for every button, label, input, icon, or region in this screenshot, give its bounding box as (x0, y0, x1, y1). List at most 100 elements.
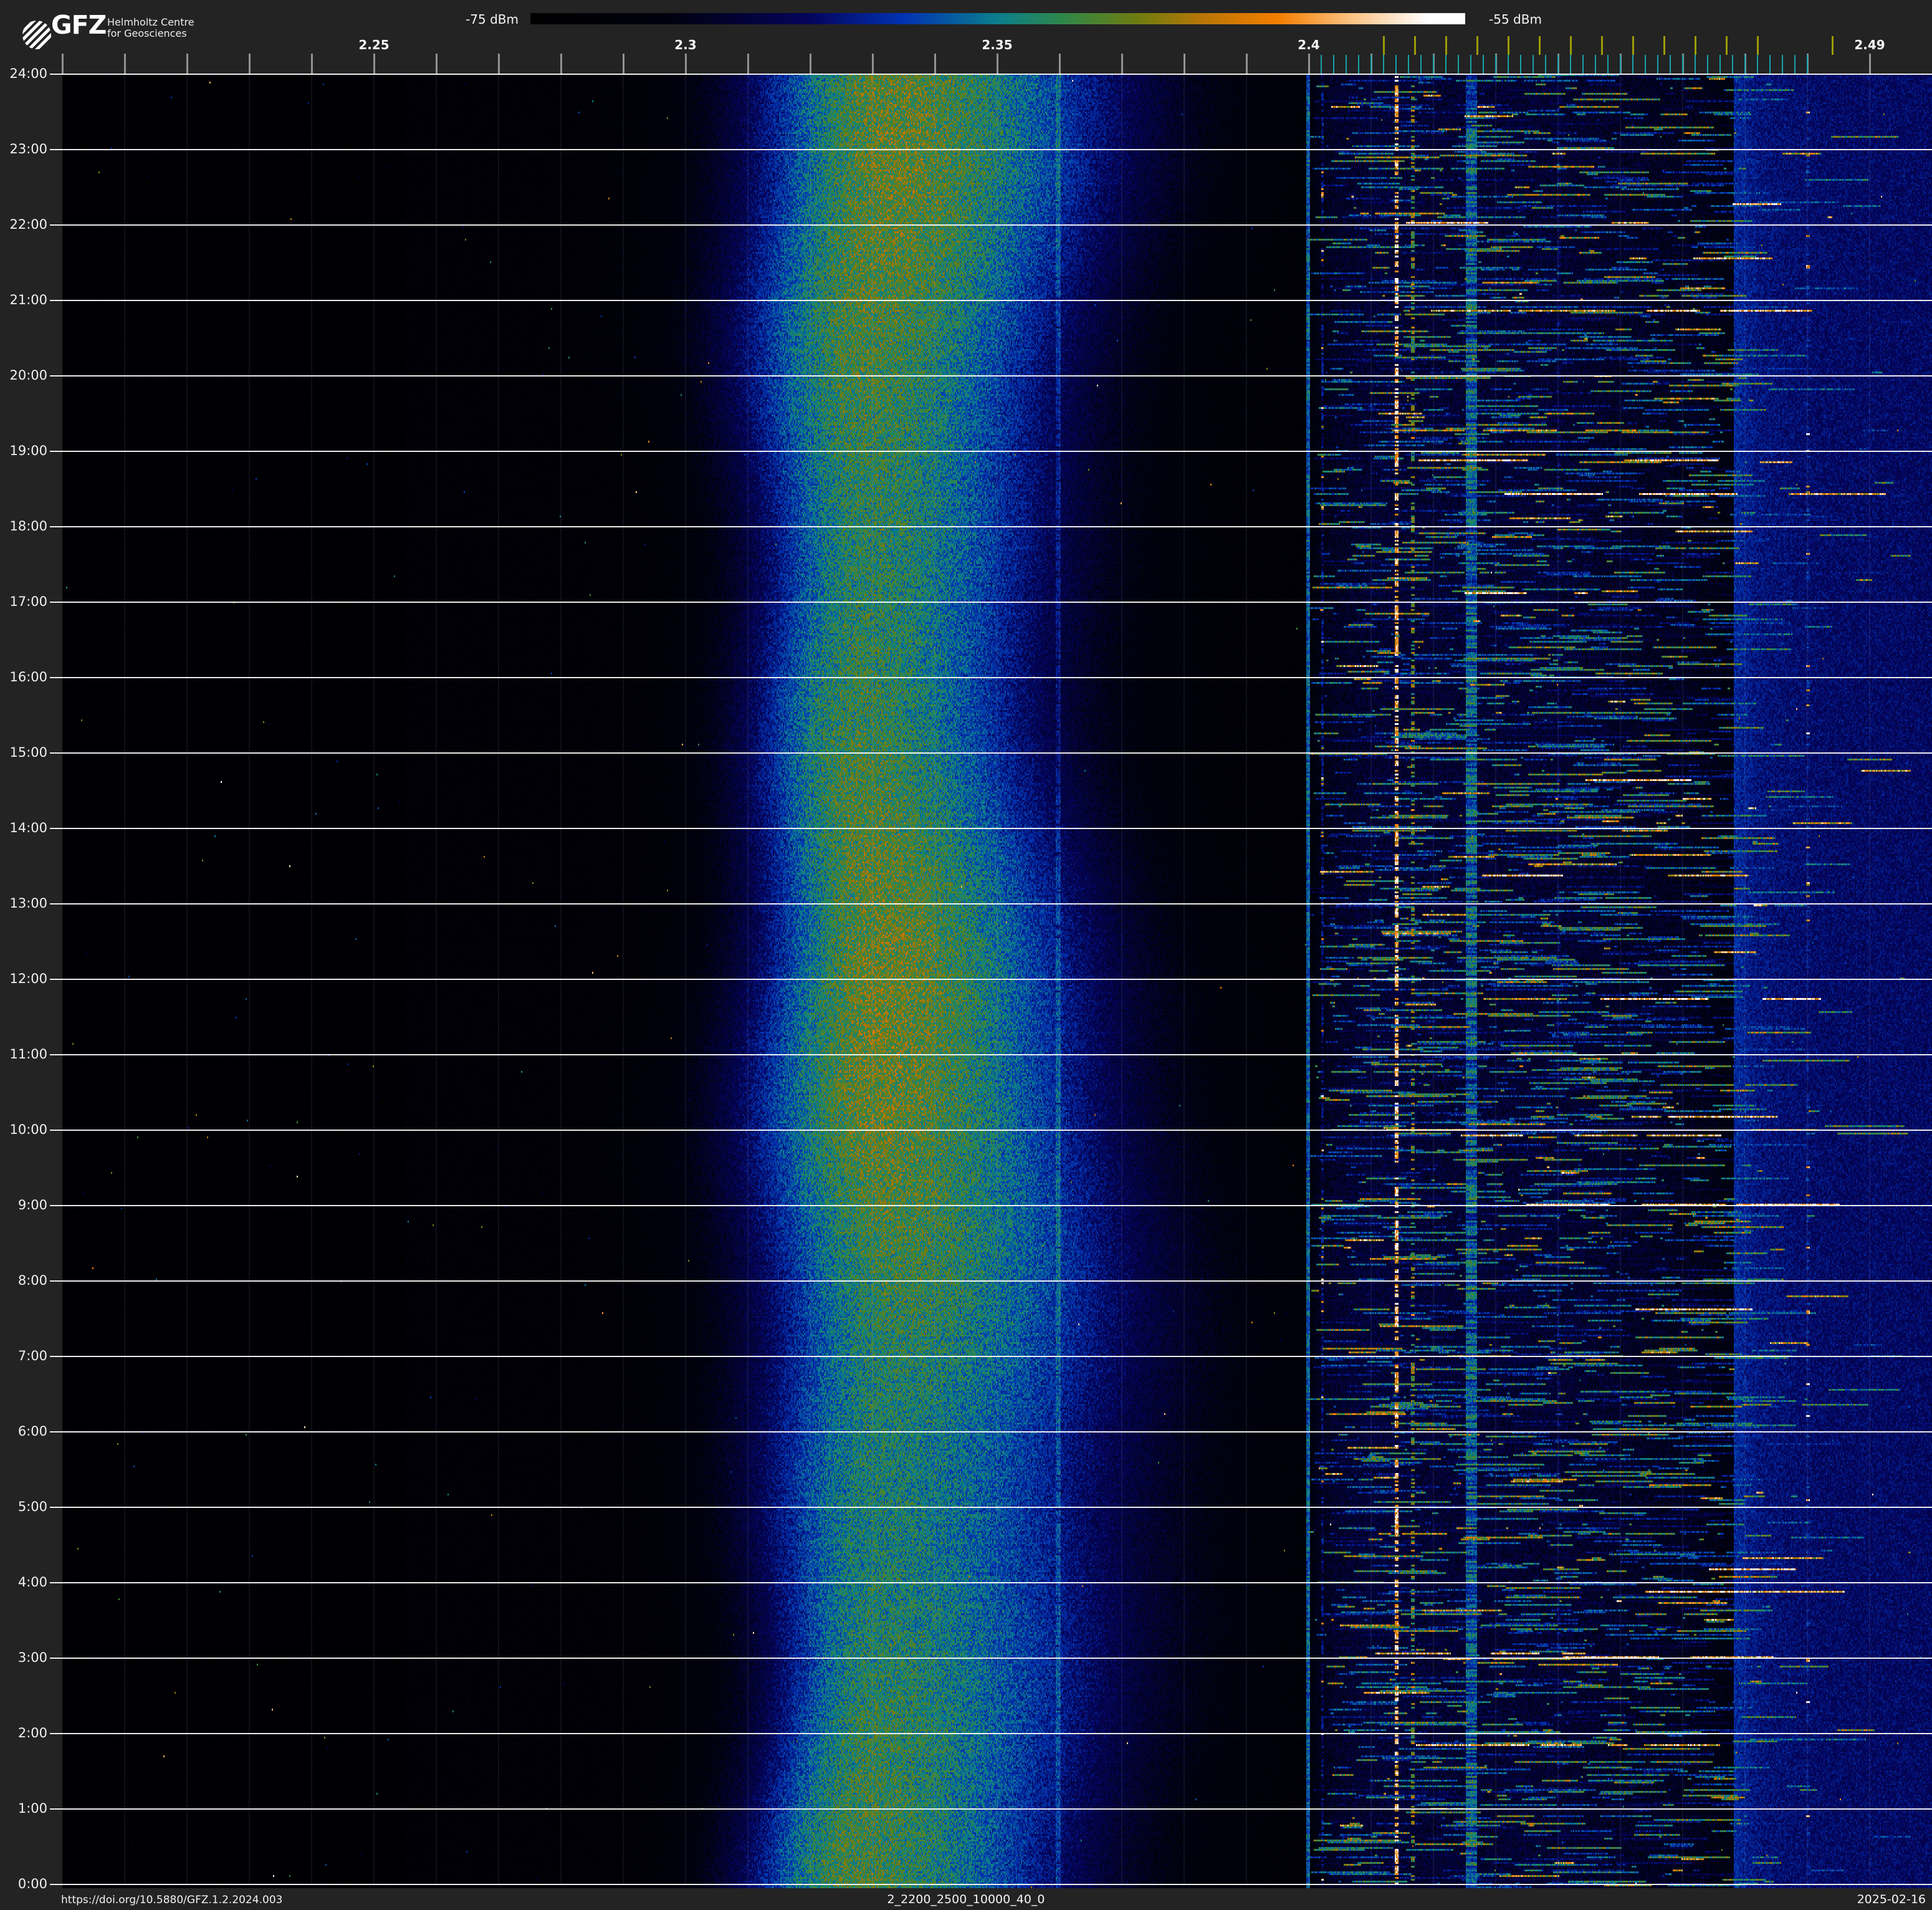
ble-channel-tick (1545, 55, 1546, 74)
hour-gridline (50, 903, 1932, 905)
ble-channel-tick (1719, 55, 1721, 74)
freq-tick-label: 2.4 (1298, 37, 1320, 52)
footer-dataset-title: 2_2200_2500_10000_40_0 (887, 1893, 1045, 1906)
wifi-channel-tick (1508, 36, 1509, 55)
freq-tick (623, 54, 624, 74)
colorbar (530, 13, 1465, 24)
wifi-channel-tick (1445, 36, 1447, 55)
wifi-channel-tick (1414, 36, 1416, 55)
hour-gridline (50, 1733, 1932, 1734)
freq-tick (685, 54, 687, 74)
freq-tick (934, 54, 936, 74)
ble-channel-tick (1782, 55, 1783, 74)
time-label: 17:00 (9, 594, 47, 609)
hour-gridline (50, 677, 1932, 678)
time-label: 14:00 (9, 820, 47, 835)
ble-channel-tick (1607, 55, 1609, 74)
ble-channel-tick (1557, 55, 1559, 74)
time-label: 18:00 (9, 519, 47, 534)
time-label: 16:00 (9, 669, 47, 684)
time-label: 0:00 (17, 1876, 47, 1891)
time-label: 11:00 (9, 1047, 47, 1062)
ble-channel-tick (1732, 55, 1733, 74)
time-label: 6:00 (17, 1424, 47, 1439)
ble-channel-tick (1695, 55, 1696, 74)
time-label: 12:00 (9, 971, 47, 986)
ble-channel-tick (1670, 55, 1671, 74)
ble-channel-tick (1321, 55, 1322, 74)
hour-gridline (50, 1884, 1932, 1885)
ble-channel-tick (1383, 55, 1384, 74)
time-label: 8:00 (17, 1273, 47, 1288)
ble-channel-tick (1794, 55, 1796, 74)
freq-tick (436, 54, 438, 74)
time-label: 5:00 (17, 1499, 47, 1514)
freq-tick (1184, 54, 1185, 74)
footer-date: 2025-02-16 (1857, 1893, 1926, 1906)
logo-acronym: GFZ (51, 10, 107, 40)
hour-gridline (50, 828, 1932, 829)
ble-channel-tick (1595, 55, 1596, 74)
ble-channel-tick (1395, 55, 1397, 74)
time-label: 2:00 (17, 1725, 47, 1740)
ble-channel-tick (1346, 55, 1347, 74)
hour-gridline (50, 1582, 1932, 1583)
ble-channel-tick (1769, 55, 1771, 74)
ble-channel-tick (1707, 55, 1708, 74)
wifi-channel-tick (1663, 36, 1665, 55)
time-label: 13:00 (9, 896, 47, 911)
hour-gridline (50, 224, 1932, 226)
freq-tick-label: 2.35 (982, 37, 1013, 52)
time-label: 3:00 (17, 1650, 47, 1665)
ble-channel-tick (1458, 55, 1459, 74)
time-label: 22:00 (9, 217, 47, 232)
ble-channel-tick (1445, 55, 1447, 74)
hour-gridline (50, 1356, 1932, 1357)
logo-subtitle-line2: for Geosciences (107, 27, 187, 39)
time-label: 20:00 (9, 368, 47, 383)
ble-channel-tick (1508, 55, 1509, 74)
freq-tick (62, 54, 64, 74)
hour-gridline (50, 451, 1932, 452)
freq-tick (373, 54, 375, 74)
time-label: 23:00 (9, 142, 47, 156)
footer-doi-link[interactable]: https://doi.org/10.5880/GFZ.1.2.2024.003 (61, 1894, 282, 1906)
hour-gridline (50, 979, 1932, 980)
freq-tick (186, 54, 188, 74)
colorbar-min-label: -75 dBm (466, 12, 519, 27)
logo-subtitle-line1: Helmholtz Centre (107, 16, 194, 28)
ble-channel-tick (1570, 55, 1571, 74)
hour-gridline (50, 1280, 1932, 1282)
time-label: 9:00 (17, 1197, 47, 1212)
wifi-channel-tick (1383, 36, 1385, 55)
freq-tick (498, 54, 500, 74)
freq-tick (872, 54, 874, 74)
ble-channel-tick (1358, 55, 1359, 74)
freq-tick (1869, 54, 1871, 74)
ble-channel-tick (1483, 55, 1484, 74)
hour-gridline (50, 752, 1932, 754)
logo-subtitle: Helmholtz Centre for Geosciences (107, 17, 194, 39)
ble-channel-tick (1433, 55, 1434, 74)
hour-gridline (50, 1507, 1932, 1508)
freq-tick (124, 54, 126, 74)
spectrogram-page: GFZ Helmholtz Centre for Geosciences -75… (0, 0, 1932, 1910)
wifi-channel-tick (1726, 36, 1728, 55)
freq-tick (560, 54, 562, 74)
wifi-channel-tick (1476, 36, 1478, 55)
freq-tick (1059, 54, 1061, 74)
hour-gridline (50, 149, 1932, 150)
hour-gridline (50, 1205, 1932, 1206)
wifi-channel-tick (1601, 36, 1603, 55)
time-label: 15:00 (9, 745, 47, 760)
time-label: 1:00 (17, 1801, 47, 1816)
hour-gridline (50, 300, 1932, 301)
freq-tick (1246, 54, 1248, 74)
colorbar-max-label: -55 dBm (1489, 12, 1542, 27)
freq-tick-label: 2.25 (358, 37, 390, 52)
hour-gridline (50, 375, 1932, 377)
freq-tick (249, 54, 251, 74)
freq-tick (997, 54, 998, 74)
ble-channel-tick (1682, 55, 1683, 74)
hour-gridline (50, 1130, 1932, 1131)
